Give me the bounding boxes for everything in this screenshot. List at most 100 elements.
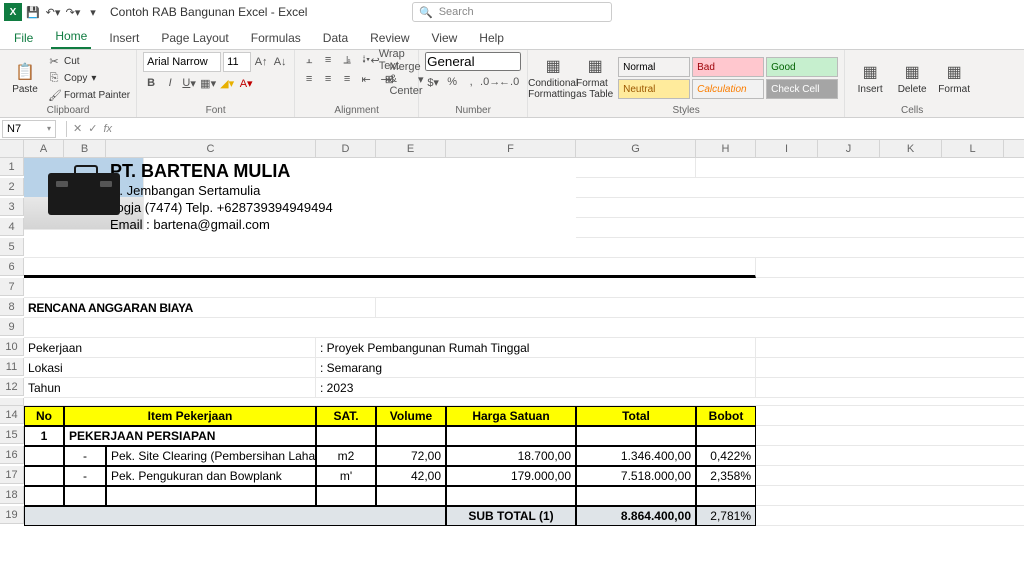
style-good[interactable]: Good: [766, 57, 838, 77]
pekerjaan-value[interactable]: : Proyek Pembangunan Rumah Tinggal: [316, 338, 756, 358]
tab-help[interactable]: Help: [475, 27, 508, 49]
cancel-icon[interactable]: ✕: [73, 122, 82, 135]
enter-icon[interactable]: ✓: [88, 122, 97, 135]
row-14[interactable]: 14: [0, 406, 24, 424]
style-bad[interactable]: Bad: [692, 57, 764, 77]
row-8[interactable]: 8: [0, 298, 24, 316]
align-middle-icon[interactable]: ≡: [320, 52, 336, 68]
format-painter-button[interactable]: 🖌Format Painter: [48, 87, 130, 103]
row-11[interactable]: 11: [0, 358, 24, 376]
italic-button[interactable]: I: [162, 75, 178, 91]
number-format-select[interactable]: [425, 52, 521, 71]
row-3[interactable]: 3: [0, 198, 24, 216]
tab-view[interactable]: View: [428, 27, 462, 49]
increase-decimal-icon[interactable]: .0→: [482, 74, 498, 90]
th-bobot[interactable]: Bobot: [696, 406, 756, 426]
row-9[interactable]: 9: [0, 318, 24, 336]
col-H[interactable]: H: [696, 140, 756, 158]
r2-total[interactable]: 7.518.000,00: [576, 466, 696, 486]
increase-font-icon[interactable]: A↑: [253, 54, 269, 70]
select-all-corner[interactable]: [0, 140, 24, 158]
style-check-cell[interactable]: Check Cell: [766, 79, 838, 99]
sheet-title[interactable]: RENCANA ANGGARAN BIAYA: [24, 298, 376, 318]
font-size-select[interactable]: [223, 52, 251, 72]
r2-item[interactable]: Pek. Pengukuran dan Bowplank: [106, 466, 316, 486]
row-13[interactable]: [0, 398, 24, 406]
tab-page-layout[interactable]: Page Layout: [157, 27, 232, 49]
insert-cells-button[interactable]: ▦Insert: [851, 53, 889, 103]
th-vol[interactable]: Volume: [376, 406, 446, 426]
row-15[interactable]: 15: [0, 426, 24, 444]
row-16[interactable]: 16: [0, 446, 24, 464]
row-2[interactable]: 2: [0, 178, 24, 196]
row-18[interactable]: 18: [0, 486, 24, 504]
th-total[interactable]: Total: [576, 406, 696, 426]
paste-button[interactable]: 📋Paste: [6, 53, 44, 103]
merge-center-button[interactable]: ⊞Merge & Center▾: [396, 71, 412, 87]
decrease-font-icon[interactable]: A↓: [272, 54, 288, 70]
tab-formulas[interactable]: Formulas: [247, 27, 305, 49]
copy-button[interactable]: ⎘Copy▾: [48, 70, 130, 86]
comma-icon[interactable]: ,: [463, 74, 479, 90]
row-10[interactable]: 10: [0, 338, 24, 356]
col-K[interactable]: K: [880, 140, 942, 158]
r2-sat[interactable]: m': [316, 466, 376, 486]
col-L[interactable]: L: [942, 140, 1004, 158]
subtotal-label[interactable]: SUB TOTAL (1): [446, 506, 576, 526]
chevron-down-icon[interactable]: ▾: [47, 124, 51, 133]
bold-button[interactable]: B: [143, 75, 159, 91]
r2-bobot[interactable]: 2,358%: [696, 466, 756, 486]
th-sat[interactable]: SAT.: [316, 406, 376, 426]
currency-icon[interactable]: $▾: [425, 74, 441, 90]
search-input[interactable]: 🔍 Search: [412, 2, 612, 22]
fill-color-button[interactable]: ◢▾: [219, 75, 235, 91]
percent-icon[interactable]: %: [444, 74, 460, 90]
style-calculation[interactable]: Calculation: [692, 79, 764, 99]
grp-no[interactable]: 1: [24, 426, 64, 446]
lokasi-label[interactable]: Lokasi: [24, 358, 316, 378]
align-bottom-icon[interactable]: ⫡: [339, 52, 355, 68]
subtotal-bobot[interactable]: 2,781%: [696, 506, 756, 526]
format-as-table-button[interactable]: ▦Format as Table: [576, 53, 614, 103]
grp-name[interactable]: PEKERJAAN PERSIAPAN: [64, 426, 316, 446]
r2-harga[interactable]: 179.000,00: [446, 466, 576, 486]
r1-total[interactable]: 1.346.400,00: [576, 446, 696, 466]
decrease-decimal-icon[interactable]: ←.0: [501, 74, 517, 90]
col-M[interactable]: M: [1004, 140, 1024, 158]
fx-icon[interactable]: fx: [103, 123, 112, 135]
delete-cells-button[interactable]: ▦Delete: [893, 53, 931, 103]
font-color-button[interactable]: A▾: [238, 75, 254, 91]
indent-decrease-icon[interactable]: ⇤: [358, 71, 374, 87]
tab-review[interactable]: Review: [366, 27, 413, 49]
row-19[interactable]: 19: [0, 506, 24, 524]
font-name-select[interactable]: [143, 52, 221, 72]
tab-data[interactable]: Data: [319, 27, 352, 49]
tahun-value[interactable]: : 2023: [316, 378, 756, 398]
th-harga[interactable]: Harga Satuan: [446, 406, 576, 426]
col-E[interactable]: E: [376, 140, 446, 158]
r2-dash[interactable]: -: [64, 466, 106, 486]
th-no[interactable]: No: [24, 406, 64, 426]
r1-vol[interactable]: 72,00: [376, 446, 446, 466]
row-1[interactable]: 1: [0, 158, 24, 176]
spreadsheet[interactable]: A B C D E F G H I J K L M 1 PT. BARTENA …: [0, 140, 1024, 526]
r1-dash[interactable]: -: [64, 446, 106, 466]
col-C[interactable]: C: [106, 140, 316, 158]
row-17[interactable]: 17: [0, 466, 24, 484]
col-G[interactable]: G: [576, 140, 696, 158]
row-4[interactable]: 4: [0, 218, 24, 236]
redo-icon[interactable]: ↷▾: [64, 3, 82, 21]
col-J[interactable]: J: [818, 140, 880, 158]
name-box[interactable]: N7▾: [2, 120, 56, 138]
tab-insert[interactable]: Insert: [105, 27, 143, 49]
r1-harga[interactable]: 18.700,00: [446, 446, 576, 466]
undo-icon[interactable]: ↶▾: [44, 3, 62, 21]
lokasi-value[interactable]: : Semarang: [316, 358, 756, 378]
col-A[interactable]: A: [24, 140, 64, 158]
format-cells-button[interactable]: ▦Format: [935, 53, 973, 103]
style-neutral[interactable]: Neutral: [618, 79, 690, 99]
border-button[interactable]: ▦▾: [200, 75, 216, 91]
style-normal[interactable]: Normal: [618, 57, 690, 77]
subtotal-value[interactable]: 8.864.400,00: [576, 506, 696, 526]
align-top-icon[interactable]: ⫠: [301, 52, 317, 68]
